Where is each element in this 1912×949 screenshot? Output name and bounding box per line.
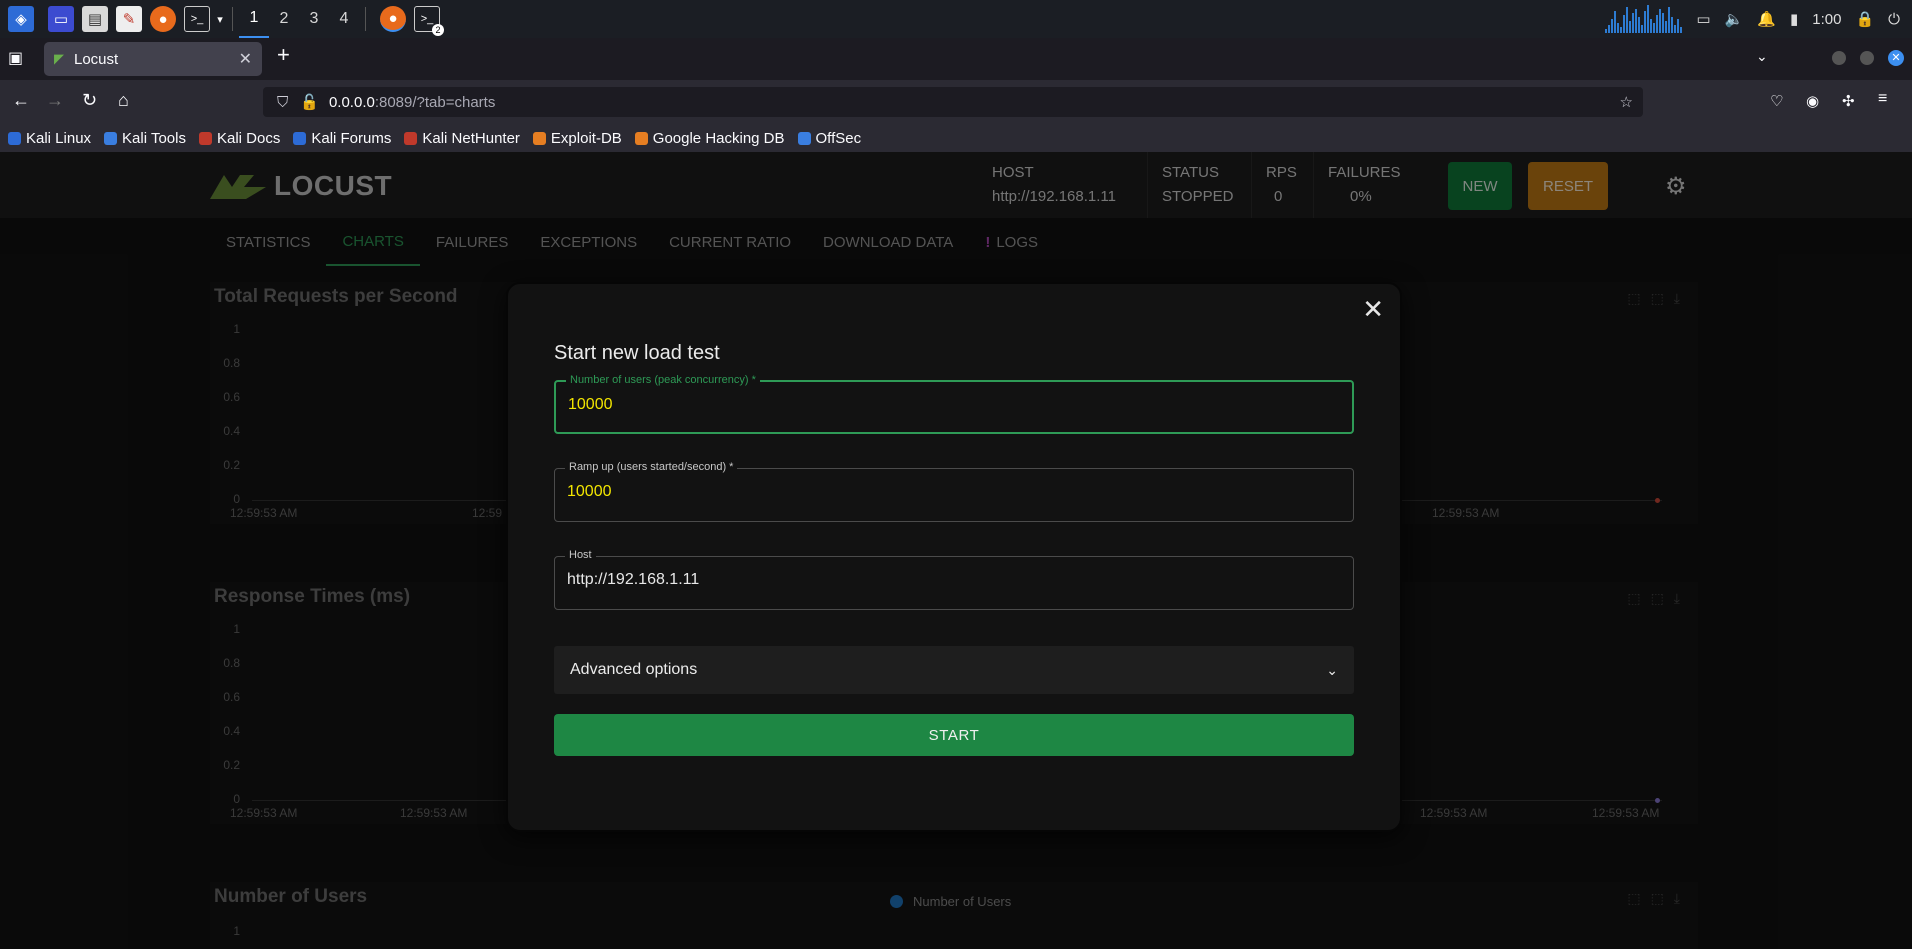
shield-icon[interactable]: ⛉ bbox=[277, 94, 288, 111]
url-host: 0.0.0.0 bbox=[328, 93, 375, 111]
divider bbox=[365, 7, 366, 31]
close-icon[interactable]: ✕ bbox=[1362, 294, 1384, 325]
start-load-test-dialog: ✕ Start new load test Number of users (p… bbox=[506, 282, 1402, 832]
advanced-options-accordion[interactable]: Advanced options ⌄ bbox=[554, 646, 1354, 694]
users-input[interactable] bbox=[568, 396, 1338, 414]
show-desktop-icon[interactable]: ▭ bbox=[48, 6, 74, 32]
tab-list-icon[interactable]: ▣ bbox=[8, 48, 23, 68]
bookmark-google-hacking-db[interactable]: Google Hacking DB bbox=[634, 130, 785, 147]
advanced-options-label: Advanced options bbox=[570, 661, 698, 678]
kali-menu-icon[interactable]: ◈ bbox=[8, 6, 34, 32]
workspace-3[interactable]: 3 bbox=[299, 0, 329, 38]
close-tab-icon[interactable]: ✕ bbox=[239, 49, 252, 69]
locust-app: LOCUST HOST http://192.168.1.11 STATUS S… bbox=[0, 152, 1912, 949]
text-editor-icon[interactable]: ✎ bbox=[116, 6, 142, 32]
extensions-icon[interactable]: ✣ bbox=[1842, 92, 1855, 110]
kali-linux-icon bbox=[8, 131, 21, 145]
offsec-icon bbox=[797, 131, 811, 145]
kali-tools-icon bbox=[104, 131, 118, 145]
power-icon[interactable]: ⏻ bbox=[1888, 11, 1900, 28]
kali-nethunter-icon bbox=[404, 131, 418, 145]
notification-icon[interactable]: 🔔 bbox=[1757, 10, 1776, 28]
divider bbox=[232, 7, 233, 31]
battery-icon[interactable]: ▮ bbox=[1790, 10, 1798, 28]
kali-forums-icon bbox=[293, 131, 307, 145]
browser-tab-bar: ▣ ◤ Locust ✕ + ⌄ ✕ bbox=[0, 38, 1912, 80]
bookmark-kali-nethunter[interactable]: Kali NetHunter bbox=[404, 130, 520, 147]
lock-insecure-icon[interactable]: 🔓 bbox=[300, 93, 319, 111]
bookmarks-bar: Kali Linux Kali Tools Kali Docs Kali For… bbox=[0, 124, 1912, 152]
firefox-window-icon[interactable]: ● bbox=[380, 6, 406, 32]
bookmark-kali-forums[interactable]: Kali Forums bbox=[293, 130, 391, 147]
home-icon[interactable]: ⌂ bbox=[118, 90, 129, 111]
volume-icon[interactable]: 🔈 bbox=[1725, 10, 1744, 28]
display-icon[interactable]: ▭ bbox=[1696, 10, 1710, 28]
lock-icon[interactable]: 🔒 bbox=[1855, 10, 1874, 28]
users-field-label: Number of users (peak concurrency) * bbox=[566, 374, 760, 386]
maximize-window-icon[interactable] bbox=[1860, 51, 1874, 65]
back-icon[interactable]: ← bbox=[12, 90, 30, 111]
url-path: :8089/?tab=charts bbox=[374, 93, 496, 111]
ramp-up-field[interactable]: Ramp up (users started/second) * bbox=[554, 461, 1354, 522]
ramp-up-input[interactable] bbox=[567, 483, 1337, 501]
host-field-label: Host bbox=[565, 549, 596, 561]
new-tab-icon[interactable]: + bbox=[277, 42, 290, 68]
close-window-icon[interactable]: ✕ bbox=[1888, 50, 1904, 66]
ramp-up-field-label: Ramp up (users started/second) * bbox=[565, 461, 738, 473]
host-field[interactable]: Host bbox=[554, 549, 1354, 610]
account-icon[interactable]: ◉ bbox=[1806, 92, 1819, 110]
chevron-down-icon[interactable]: ▾ bbox=[214, 6, 226, 32]
url-bar[interactable]: ⛉ 🔓 0.0.0.0:8089/?tab=charts ☆ bbox=[263, 87, 1643, 117]
workspace-2[interactable]: 2 bbox=[269, 0, 299, 38]
host-input[interactable] bbox=[567, 571, 1337, 589]
terminal-icon[interactable]: >_ bbox=[184, 6, 210, 32]
taskbar: ◈ ▭ ▤ ✎ ● >_ ▾ 1 2 3 4 ● >_ 2 ▭ 🔈 🔔 ▮ 1:0… bbox=[0, 0, 1912, 38]
chevron-down-icon: ⌄ bbox=[1326, 661, 1338, 678]
google-hacking-db-icon bbox=[634, 131, 648, 145]
forward-icon[interactable]: → bbox=[46, 90, 64, 111]
dialog-title: Start new load test bbox=[554, 342, 720, 364]
reload-icon[interactable]: ↻ bbox=[82, 90, 97, 111]
browser-tab-locust[interactable]: ◤ Locust ✕ bbox=[44, 42, 262, 76]
bookmark-kali-docs[interactable]: Kali Docs bbox=[198, 130, 280, 147]
terminal-count-badge: 2 bbox=[432, 24, 444, 36]
pocket-icon[interactable]: ♡ bbox=[1770, 92, 1783, 110]
tab-title: Locust bbox=[74, 50, 119, 68]
workspace-1[interactable]: 1 bbox=[239, 0, 269, 38]
system-tray: ▭ 🔈 🔔 ▮ 1:00 🔒 ⏻ bbox=[1605, 0, 1912, 38]
exploit-db-icon bbox=[532, 131, 546, 145]
bookmark-kali-linux[interactable]: Kali Linux bbox=[8, 130, 91, 147]
tab-overflow-chevron-icon[interactable]: ⌄ bbox=[1756, 48, 1768, 65]
minimize-window-icon[interactable] bbox=[1832, 51, 1846, 65]
users-field[interactable]: Number of users (peak concurrency) * bbox=[554, 374, 1354, 434]
bookmark-kali-tools[interactable]: Kali Tools bbox=[104, 130, 186, 147]
cpu-graph bbox=[1605, 5, 1683, 33]
file-manager-icon[interactable]: ▤ bbox=[82, 6, 108, 32]
kali-docs-icon bbox=[198, 131, 212, 145]
locust-favicon-icon: ◤ bbox=[54, 51, 64, 66]
start-button[interactable]: START bbox=[554, 714, 1354, 756]
clock[interactable]: 1:00 bbox=[1812, 11, 1841, 28]
firefox-icon[interactable]: ● bbox=[150, 6, 176, 32]
bookmark-exploit-db[interactable]: Exploit-DB bbox=[532, 130, 622, 147]
bookmark-offsec[interactable]: OffSec bbox=[797, 130, 861, 147]
menu-icon[interactable]: ≡ bbox=[1878, 90, 1887, 108]
workspace-4[interactable]: 4 bbox=[329, 0, 359, 38]
terminal-window-icon[interactable]: >_ 2 bbox=[414, 6, 444, 36]
bookmark-star-icon[interactable]: ☆ bbox=[1620, 93, 1633, 111]
